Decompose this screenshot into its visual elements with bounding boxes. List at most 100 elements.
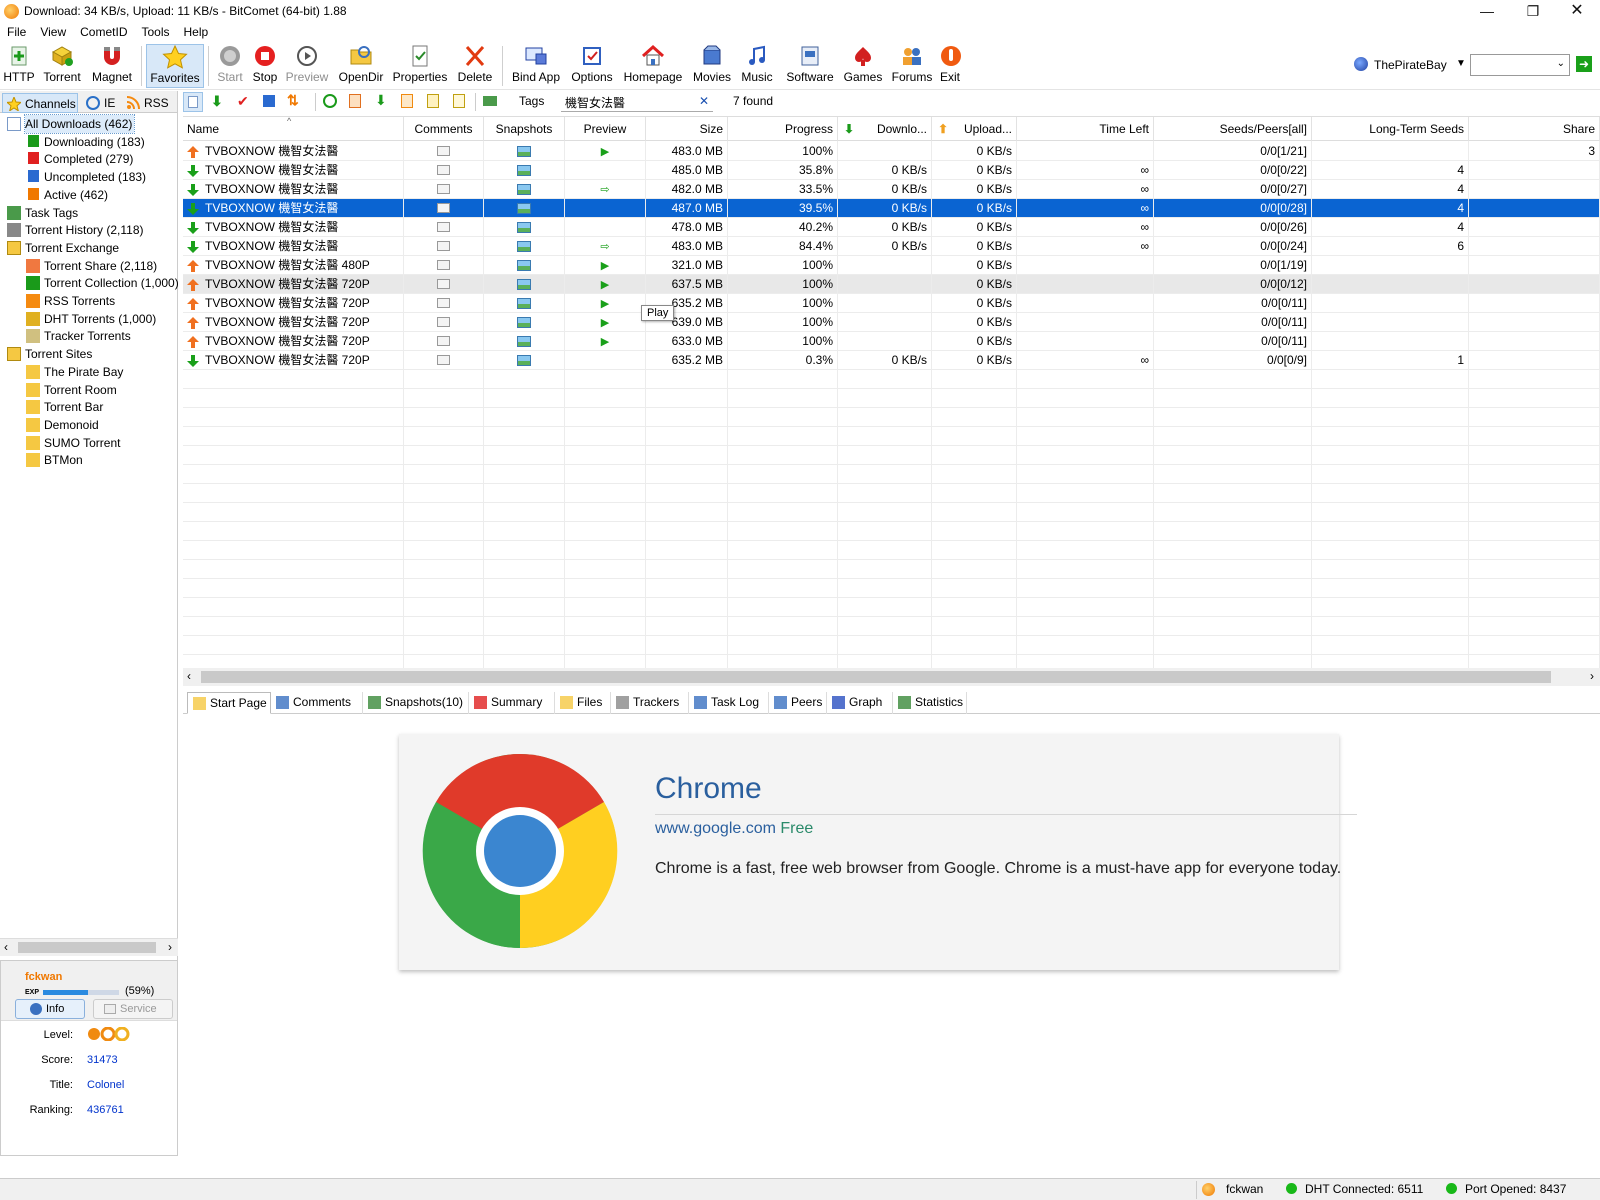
status-user[interactable]: fckwan: [1226, 1182, 1263, 1196]
column-header-left[interactable]: Time Left: [1017, 117, 1154, 141]
tree-item-torrent-share[interactable]: Torrent Share (2,118): [26, 257, 159, 275]
favorites-button[interactable]: Favorites: [146, 44, 204, 88]
image-icon[interactable]: [517, 336, 531, 347]
search-go-icon[interactable]: ➜: [1576, 56, 1592, 72]
table-row[interactable]: TVBOXNOW 機智女法醫 720P ▶ 635.2 MB 100% 0 KB/s 0/…: [183, 294, 1600, 313]
software-button[interactable]: Software: [782, 44, 838, 88]
table-row[interactable]: TVBOXNOW 機智女法醫 ▶ 483.0 MB 100% 0 KB/s 0/0[1/2…: [183, 142, 1600, 161]
play-icon[interactable]: ▶: [601, 260, 609, 272]
image-icon[interactable]: [517, 222, 531, 233]
table-row[interactable]: TVBOXNOW 機智女法醫 487.0 MB 39.5% 0 KB/s 0 KB/s ∞…: [183, 199, 1600, 218]
tab-service[interactable]: Service: [93, 999, 173, 1019]
image-icon[interactable]: [517, 241, 531, 252]
column-header-up[interactable]: ⬆ Upload...: [932, 117, 1017, 141]
app-publisher[interactable]: www.google.com: [655, 820, 776, 837]
column-header-progress[interactable]: Progress: [728, 117, 838, 141]
preview-button[interactable]: Preview: [284, 44, 330, 88]
tree-item-rss-torrents[interactable]: RSS Torrents: [26, 292, 117, 310]
column-header-seeds[interactable]: Seeds/Peers[all]: [1154, 117, 1312, 141]
filter-active-icon[interactable]: ⇅: [287, 92, 299, 109]
tab-info[interactable]: Info: [15, 999, 85, 1019]
bind-app-button[interactable]: Bind App: [508, 44, 564, 88]
tree-item-downloading[interactable]: Downloading (183): [28, 133, 147, 151]
envelope-icon[interactable]: [437, 317, 450, 327]
tree-item-sumo-torrent[interactable]: SUMO Torrent: [26, 434, 122, 452]
play-icon[interactable]: ▶: [601, 279, 609, 291]
table-row[interactable]: TVBOXNOW 機智女法醫 720P ▶ 633.0 MB 100% 0 KB/s 0/…: [183, 332, 1600, 351]
table-row[interactable]: TVBOXNOW 機智女法醫 480P ▶ 321.0 MB 100% 0 KB/s 0/…: [183, 256, 1600, 275]
filter-torrent-up-icon[interactable]: [349, 94, 361, 108]
column-header-snapshots[interactable]: Snapshots: [484, 117, 565, 141]
tab-rss[interactable]: RSS: [122, 93, 174, 113]
image-icon[interactable]: [517, 317, 531, 328]
envelope-icon[interactable]: [437, 146, 450, 156]
filter-uncompleted-icon[interactable]: [263, 95, 275, 107]
table-row[interactable]: TVBOXNOW 機智女法醫 720P ▶ 639.0 MB 100% 0 KB/s 0/…: [183, 313, 1600, 332]
magnet-button[interactable]: Magnet: [88, 44, 136, 88]
tree-item-btmon[interactable]: BTMon: [26, 451, 85, 469]
tree-item-tracker-torrents[interactable]: Tracker Torrents: [26, 327, 133, 345]
image-icon[interactable]: [517, 165, 531, 176]
scroll-right-icon[interactable]: ›: [168, 940, 172, 954]
http-button[interactable]: HTTP: [2, 44, 36, 88]
tab-start-page[interactable]: Start Page: [187, 692, 271, 714]
movies-button[interactable]: Movies: [690, 44, 734, 88]
site-search-input[interactable]: ⌄: [1470, 54, 1570, 76]
table-row[interactable]: TVBOXNOW 機智女法醫 720P 635.2 MB 0.3% 0 KB/s 0 K…: [183, 351, 1600, 370]
column-header-down[interactable]: ⬇ Downlo...: [838, 117, 932, 141]
menu-help[interactable]: Help: [177, 24, 216, 39]
chevron-down-icon[interactable]: ⌄: [1557, 58, 1565, 69]
site-dropdown-arrow-icon[interactable]: ▼: [1456, 58, 1466, 69]
play-icon[interactable]: ▶: [601, 146, 609, 158]
tab-statistics[interactable]: Statistics: [893, 692, 967, 714]
tree-item-torrent-collection[interactable]: Torrent Collection (1,000): [26, 274, 181, 292]
filter-torrent-down-icon[interactable]: ⬇: [375, 92, 387, 109]
envelope-icon[interactable]: [437, 355, 450, 365]
filter-completed-icon[interactable]: ✔: [237, 93, 249, 110]
envelope-icon[interactable]: [437, 165, 450, 175]
tab-task-log[interactable]: Task Log: [689, 692, 769, 714]
site-selector-label[interactable]: ThePirateBay: [1374, 58, 1447, 72]
filter-downloading-icon[interactable]: ⬇: [211, 93, 223, 110]
play-icon[interactable]: ▶: [601, 298, 609, 310]
minimize-button[interactable]: —: [1464, 0, 1510, 24]
tab-trackers[interactable]: Trackers: [611, 692, 689, 714]
tab-peers[interactable]: Peers: [769, 692, 827, 714]
options-button[interactable]: Options: [568, 44, 616, 88]
column-header-name[interactable]: ^ Name: [183, 117, 404, 141]
homepage-button[interactable]: Homepage: [620, 44, 686, 88]
column-header-comments[interactable]: Comments: [404, 117, 484, 141]
envelope-icon[interactable]: [437, 184, 450, 194]
tab-comments[interactable]: Comments: [271, 692, 363, 714]
tree-item-torrent-sites[interactable]: Torrent Sites: [7, 345, 94, 363]
scroll-thumb[interactable]: [18, 942, 156, 953]
tree-item-torrent-exchange[interactable]: Torrent Exchange: [7, 239, 121, 257]
envelope-icon[interactable]: [437, 298, 450, 308]
column-header-lts[interactable]: Long-Term Seeds: [1312, 117, 1469, 141]
scroll-left-icon[interactable]: ‹: [4, 940, 8, 954]
column-header-size[interactable]: Size: [646, 117, 728, 141]
filter-rss-icon[interactable]: [401, 94, 413, 108]
play-icon[interactable]: ▶: [601, 336, 609, 348]
tree-item-completed[interactable]: Completed (279): [28, 150, 135, 168]
tree-item-torrent-room[interactable]: Torrent Room: [26, 381, 119, 399]
tab-files[interactable]: Files: [555, 692, 611, 714]
image-icon[interactable]: [517, 260, 531, 271]
menu-view[interactable]: View: [33, 24, 73, 39]
table-row[interactable]: TVBOXNOW 機智女法醫 485.0 MB 35.8% 0 KB/s 0 KB/s ∞…: [183, 161, 1600, 180]
image-icon[interactable]: [517, 279, 531, 290]
filter-clock-icon[interactable]: [323, 94, 337, 108]
partial-play-icon[interactable]: ⇨: [600, 241, 609, 253]
tree-item-demonoid[interactable]: Demonoid: [26, 416, 101, 434]
menu-file[interactable]: File: [0, 24, 33, 39]
filter-tracker-icon[interactable]: [453, 94, 465, 108]
menu-cometid[interactable]: CometID: [73, 24, 134, 39]
games-button[interactable]: Games: [842, 44, 884, 88]
tree-item-all-downloads[interactable]: All Downloads (462): [7, 114, 136, 134]
tree-item-torrent-history[interactable]: Torrent History (2,118): [7, 221, 145, 239]
tree-item-dht-torrents[interactable]: DHT Torrents (1,000): [26, 310, 158, 328]
torrent-button[interactable]: Torrent: [40, 44, 84, 88]
table-row[interactable]: TVBOXNOW 機智女法醫 ⇨ 483.0 MB 84.4% 0 KB/s 0 KB/s…: [183, 237, 1600, 256]
scroll-right-icon[interactable]: ›: [1590, 669, 1594, 683]
tab-ie[interactable]: IE: [82, 93, 122, 113]
